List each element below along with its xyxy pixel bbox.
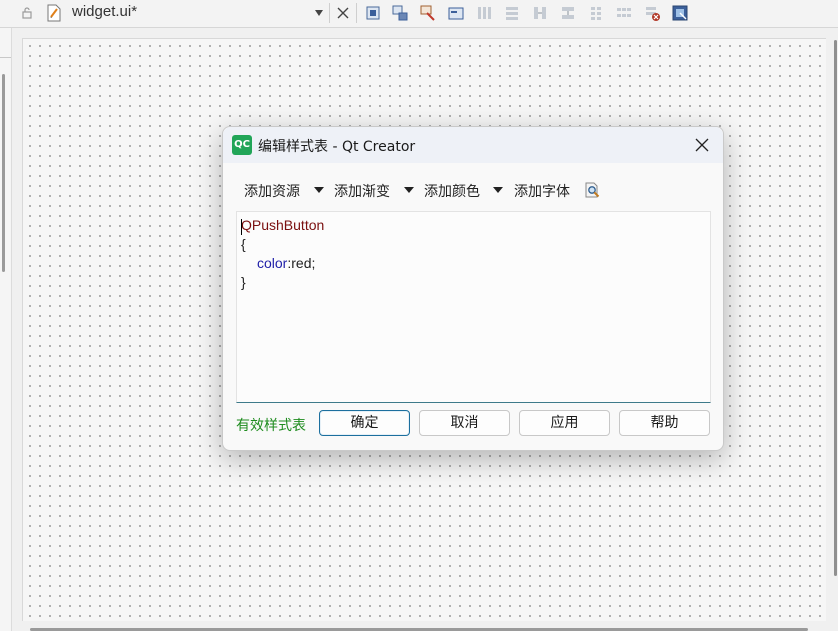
stylesheet-valid-status: 有效样式表 — [236, 418, 306, 434]
edit-stylesheet-dialog: QC 编辑样式表 - Qt Creator 添加资源 添加渐变 添加颜色 添加字… — [222, 126, 724, 451]
css-property-value: :red; — [287, 255, 316, 271]
add-resource-menu[interactable]: 添加资源 — [244, 181, 300, 201]
css-property-name: color — [257, 255, 288, 271]
layout-vertical-icon[interactable] — [503, 4, 521, 22]
layout-horizontal-splitter-icon[interactable] — [531, 4, 549, 22]
left-scrollbar[interactable] — [2, 74, 5, 272]
lock-icon[interactable] — [20, 6, 34, 20]
chevron-down-icon[interactable] — [314, 9, 324, 17]
add-gradient-menu[interactable]: 添加渐变 — [334, 181, 390, 201]
ok-button[interactable]: 确定 — [319, 410, 410, 436]
close-document-icon[interactable] — [336, 5, 350, 21]
add-color-menu[interactable]: 添加颜色 — [424, 181, 480, 201]
add-color-dropdown-icon[interactable] — [493, 187, 503, 193]
apply-button[interactable]: 应用 — [519, 410, 610, 436]
adjust-size-icon[interactable] — [671, 4, 689, 22]
break-layout-icon[interactable] — [643, 4, 661, 22]
code-line-selector: QPushButton — [241, 217, 325, 233]
left-gutter — [0, 28, 12, 631]
edit-buddies-icon[interactable] — [419, 4, 437, 22]
form-editor-toolbar: widget.ui* — [0, 0, 838, 28]
find-replace-icon[interactable] — [584, 182, 601, 199]
cancel-button[interactable]: 取消 — [419, 410, 510, 436]
stylesheet-text-editor[interactable]: QPushButton { color:red; } — [236, 211, 711, 403]
edit-widgets-icon[interactable] — [364, 4, 382, 22]
qt-creator-logo-icon: QC — [232, 135, 252, 155]
close-icon — [695, 138, 709, 152]
add-gradient-dropdown-icon[interactable] — [404, 187, 414, 193]
code-line-declaration: color:red; — [257, 255, 315, 271]
gutter-divider — [0, 57, 11, 58]
dialog-titlebar[interactable]: QC 编辑样式表 - Qt Creator — [223, 127, 723, 163]
code-line-open-brace: { — [241, 236, 246, 252]
help-button[interactable]: 帮助 — [619, 410, 710, 436]
toolbar-separator — [356, 3, 357, 23]
dialog-title: 编辑样式表 - Qt Creator — [258, 139, 416, 155]
dialog-close-button[interactable] — [691, 135, 713, 155]
text-cursor — [241, 219, 242, 235]
layout-vertical-splitter-icon[interactable] — [559, 4, 577, 22]
edit-signals-slots-icon[interactable] — [391, 4, 409, 22]
layout-form-icon[interactable] — [587, 4, 605, 22]
edit-tab-order-icon[interactable] — [447, 4, 465, 22]
add-resource-dropdown-icon[interactable] — [314, 187, 324, 193]
layout-horizontal-icon[interactable] — [475, 4, 493, 22]
open-file-name[interactable]: widget.ui* — [72, 3, 137, 20]
toolbar-separator — [329, 3, 330, 23]
code-line-close-brace: } — [241, 274, 246, 290]
ui-file-icon — [47, 4, 61, 22]
vertical-scrollbar[interactable] — [834, 40, 837, 576]
layout-grid-icon[interactable] — [615, 4, 633, 22]
add-font-button[interactable]: 添加字体 — [514, 181, 570, 201]
